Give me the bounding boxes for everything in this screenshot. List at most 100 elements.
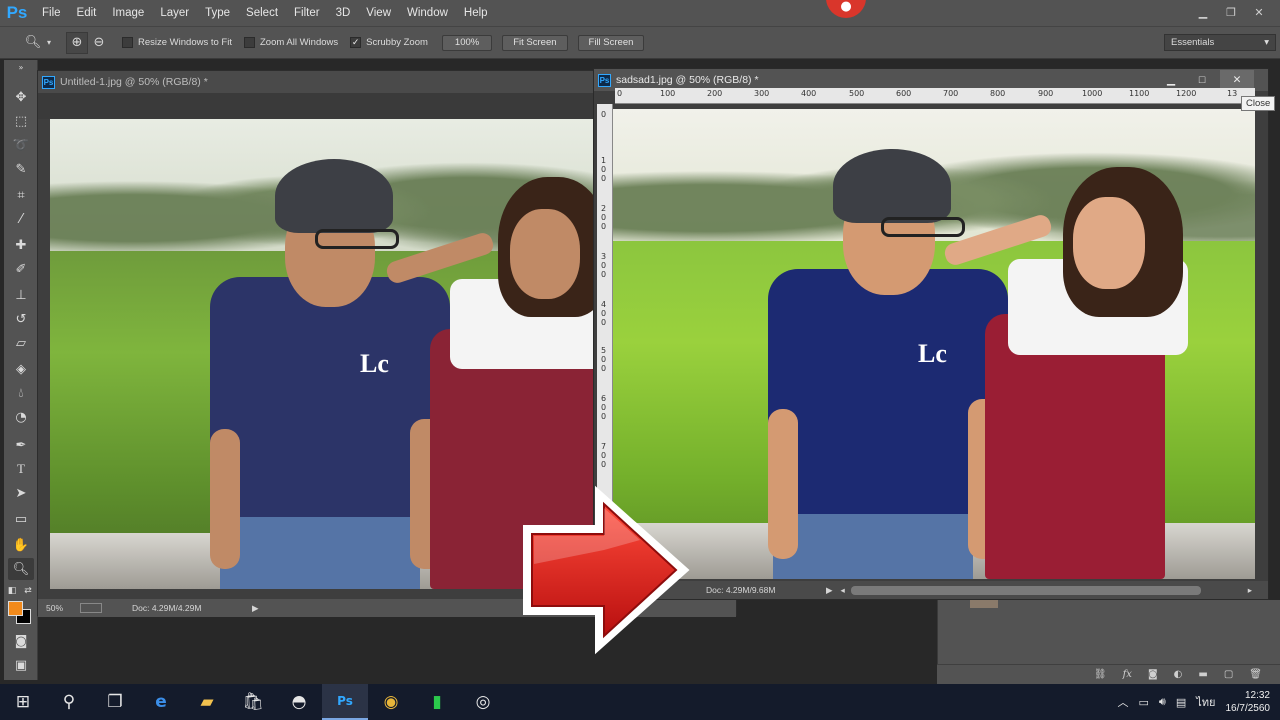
man-arm-left bbox=[210, 429, 240, 569]
eyedropper-tool-icon[interactable]: ⁄ bbox=[8, 208, 34, 230]
shape-tool-icon[interactable]: ▭ bbox=[8, 508, 34, 530]
menu-bar: Ps File Edit Image Layer Type Select Fil… bbox=[0, 0, 1280, 26]
collapse-icon[interactable]: » bbox=[8, 62, 34, 72]
zoom-tool-icon[interactable]: 🔍︎ bbox=[8, 558, 34, 580]
minimize-icon[interactable]: ▁ bbox=[1190, 3, 1216, 21]
type-tool-icon[interactable]: T bbox=[8, 458, 34, 480]
menu-view[interactable]: View bbox=[358, 7, 399, 19]
menu-edit[interactable]: Edit bbox=[69, 7, 105, 19]
close-button[interactable]: ✕ bbox=[1220, 70, 1254, 90]
menu-3d[interactable]: 3D bbox=[328, 7, 359, 19]
zoom-tool-preset-icon[interactable]: 🔍︎ bbox=[22, 32, 44, 54]
zoom-all-windows-checkbox[interactable]: Zoom All Windows bbox=[243, 37, 338, 48]
fill-screen-button[interactable]: Fill Screen bbox=[577, 34, 645, 51]
notification-icon[interactable]: ▤ bbox=[1176, 696, 1186, 709]
fx-icon[interactable]: fx bbox=[1123, 669, 1132, 680]
eraser-tool-icon[interactable]: ▱ bbox=[8, 332, 34, 354]
screen-mode-icon[interactable]: ▣ bbox=[8, 654, 34, 676]
clone-stamp-tool-icon[interactable]: ⊥ bbox=[8, 284, 34, 306]
clock[interactable]: 12:32 16/7/2560 bbox=[1226, 689, 1271, 715]
document-window-sadsad1[interactable]: Ps sadsad1.jpg @ 50% (RGB/8) * ▁ □ ✕ Lc … bbox=[593, 68, 1269, 600]
file-explorer-icon[interactable]: ▰ bbox=[184, 684, 230, 720]
man-jeans bbox=[773, 505, 973, 579]
keyboard-language[interactable]: ไทย bbox=[1196, 693, 1215, 711]
add-mask-icon[interactable]: ◙ bbox=[1148, 669, 1158, 680]
horizontal-scrollbar[interactable] bbox=[850, 585, 1201, 595]
dodge-tool-icon[interactable]: ◔ bbox=[8, 406, 34, 428]
search-icon[interactable]: ⚲ bbox=[46, 684, 92, 720]
chevron-down-icon[interactable]: ▾ bbox=[44, 32, 54, 54]
ruler-label: 1100 bbox=[1129, 89, 1150, 98]
new-layer-icon[interactable]: ▢ bbox=[1224, 669, 1233, 680]
lasso-tool-icon[interactable]: ➰ bbox=[8, 134, 34, 156]
menu-image[interactable]: Image bbox=[104, 7, 152, 19]
play-icon[interactable]: ▶ bbox=[252, 603, 259, 614]
move-tool-icon[interactable]: ✥ bbox=[8, 86, 34, 108]
zoom-level: 50% bbox=[46, 603, 64, 613]
pen-tool-icon[interactable]: ✒ bbox=[8, 434, 34, 456]
menu-file[interactable]: File bbox=[34, 7, 69, 19]
delete-layer-icon[interactable]: 🗑︎ bbox=[1249, 669, 1262, 680]
start-icon[interactable]: ⊞ bbox=[0, 684, 46, 720]
brush-tool-icon[interactable]: ✐ bbox=[8, 258, 34, 280]
shirt-print: Lc bbox=[918, 339, 947, 368]
network-icon[interactable]: ▭ bbox=[1139, 696, 1149, 709]
restore-icon[interactable]: □ bbox=[1189, 74, 1215, 86]
man-cap bbox=[275, 159, 393, 233]
menu-type[interactable]: Type bbox=[197, 7, 238, 19]
minimize-icon[interactable]: ▁ bbox=[1158, 74, 1184, 86]
ruler-label: 7 0 0 bbox=[601, 442, 607, 469]
scrubby-zoom-checkbox[interactable]: ✓ Scrubby Zoom bbox=[350, 37, 428, 48]
path-select-tool-icon[interactable]: ➤ bbox=[8, 482, 34, 504]
fit-screen-button[interactable]: Fit Screen bbox=[502, 34, 568, 51]
workspace-select[interactable]: Essentials ▾ bbox=[1164, 34, 1276, 51]
hand-tool-icon[interactable]: ✋ bbox=[8, 534, 34, 556]
obs-icon[interactable]: ◎ bbox=[460, 684, 506, 720]
restore-icon[interactable]: ❐ bbox=[1218, 3, 1244, 21]
app-icon[interactable]: ◓ bbox=[276, 684, 322, 720]
chevron-up-icon[interactable]: ︿ bbox=[1118, 694, 1129, 710]
canvas-image-edited[interactable]: Lc bbox=[613, 109, 1255, 579]
chrome-icon[interactable]: ◉ bbox=[368, 684, 414, 720]
volume-icon[interactable]: 🔊︎ bbox=[1159, 695, 1166, 709]
scroll-left-icon[interactable]: ◂ bbox=[841, 585, 845, 596]
healing-brush-tool-icon[interactable]: ✚ bbox=[8, 234, 34, 256]
photoshop-icon[interactable]: Ps bbox=[322, 684, 368, 720]
link-layers-icon[interactable]: ⛓ bbox=[1094, 669, 1107, 680]
play-icon[interactable]: ▶ bbox=[826, 585, 833, 596]
status-bar: Doc: 4.29M/9.68M ▶ ◂ ▸ bbox=[594, 581, 1268, 599]
menu-help[interactable]: Help bbox=[456, 7, 496, 19]
view-icon[interactable] bbox=[80, 603, 102, 613]
marquee-tool-icon[interactable]: ⬚ bbox=[8, 110, 34, 132]
zoom-out-icon[interactable]: ⊖ bbox=[88, 32, 110, 54]
close-icon[interactable]: ✕ bbox=[1246, 3, 1272, 21]
default-colors-icon[interactable]: ◧ bbox=[6, 580, 18, 602]
blur-tool-icon[interactable]: 💧︎ bbox=[8, 382, 34, 404]
new-group-icon[interactable]: ▬ bbox=[1198, 669, 1207, 680]
menu-window[interactable]: Window bbox=[399, 7, 456, 19]
history-brush-tool-icon[interactable]: ↺ bbox=[8, 308, 34, 330]
paint-bucket-tool-icon[interactable]: ◈ bbox=[8, 358, 34, 380]
swap-colors-icon[interactable]: ⇄ bbox=[22, 580, 34, 602]
adjustment-layer-icon[interactable]: ◐ bbox=[1174, 669, 1183, 680]
horizontal-ruler: 0 100 200 300 400 500 600 700 800 900 10… bbox=[615, 88, 1255, 104]
quick-select-tool-icon[interactable]: ✎ bbox=[8, 158, 34, 180]
menu-filter[interactable]: Filter bbox=[286, 7, 328, 19]
scroll-right-icon[interactable]: ▸ bbox=[1248, 585, 1252, 596]
menu-layer[interactable]: Layer bbox=[152, 7, 197, 19]
system-tray: ︿ ▭ 🔊︎ ▤ ไทย 12:32 16/7/2560 bbox=[1118, 684, 1270, 720]
menu-select[interactable]: Select bbox=[238, 7, 286, 19]
line-icon[interactable]: ▮ bbox=[414, 684, 460, 720]
ruler-label: 200 bbox=[707, 89, 723, 98]
task-view-icon[interactable]: ❐ bbox=[92, 684, 138, 720]
foreground-color-swatch[interactable] bbox=[8, 601, 23, 616]
woman-face bbox=[510, 209, 580, 299]
crop-tool-icon[interactable]: ⌗ bbox=[8, 184, 34, 206]
quick-mask-icon[interactable]: ◙ bbox=[8, 630, 34, 652]
zoom-in-icon[interactable]: ⊕ bbox=[66, 31, 88, 54]
resize-windows-checkbox[interactable]: Resize Windows to Fit bbox=[122, 37, 232, 48]
zoom-100-button[interactable]: 100% bbox=[441, 34, 493, 51]
store-icon[interactable]: 🛍︎ bbox=[230, 684, 276, 720]
edge-icon[interactable]: e bbox=[138, 684, 184, 720]
layer-thumbnail[interactable] bbox=[970, 600, 998, 608]
